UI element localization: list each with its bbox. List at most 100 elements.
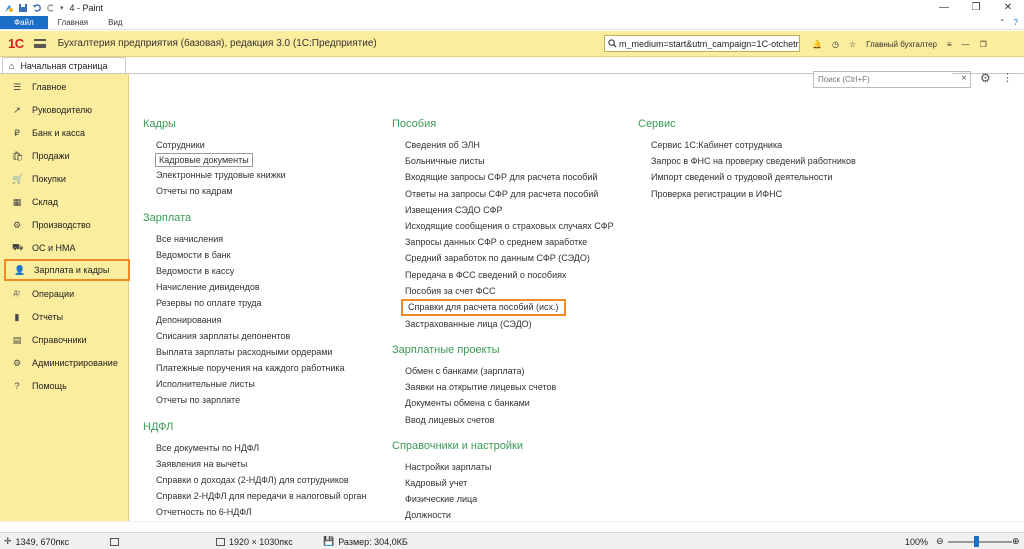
maximize-button[interactable]: ❐ bbox=[960, 0, 992, 16]
section-title-salary-projects: Зарплатные проекты bbox=[392, 344, 500, 357]
settings-gear-icon[interactable]: ⚙ bbox=[980, 71, 991, 85]
zoom-out-button[interactable]: ⊖ bbox=[936, 533, 944, 549]
history-icon[interactable]: ◷ bbox=[832, 40, 839, 49]
link-hr-reports[interactable]: Отчеты по кадрам bbox=[143, 183, 366, 199]
sidebar-item-fixed-assets[interactable]: ⛟ ОС и НМА bbox=[0, 237, 129, 259]
book-icon: ▤ bbox=[12, 334, 22, 345]
global-search-input[interactable] bbox=[619, 38, 799, 49]
tab-file[interactable]: Файл bbox=[0, 16, 48, 29]
link-salary-reports[interactable]: Отчеты по зарплате bbox=[143, 392, 366, 408]
link-fns-check-request[interactable]: Запрос в ФНС на проверку сведений работн… bbox=[638, 153, 856, 169]
horizontal-scrollbar[interactable] bbox=[0, 521, 1024, 532]
sidebar-item-sales[interactable]: 🛍 Продажи bbox=[0, 145, 129, 167]
link-deposit-writeoffs[interactable]: Списания зарплаты депонентов bbox=[143, 328, 366, 344]
zoom-slider-track[interactable] bbox=[948, 541, 1012, 543]
link-eln-info[interactable]: Сведения об ЭЛН bbox=[392, 137, 614, 153]
sidebar-item-production[interactable]: ⚙ Производство bbox=[0, 214, 129, 236]
notifications-bell-icon[interactable]: 🔔 bbox=[812, 40, 822, 49]
sidebar-item-manager[interactable]: ↗ Руководителю bbox=[0, 99, 129, 121]
file-size: 💾 Размер: 304,0КБ bbox=[323, 533, 408, 549]
link-all-accruals[interactable]: Все начисления bbox=[143, 231, 366, 247]
sidebar-item-warehouse[interactable]: ▦ Склад bbox=[0, 191, 129, 213]
customize-toolbar-icon[interactable]: ▾ bbox=[60, 4, 64, 12]
zoom-in-button[interactable]: ⊕ bbox=[1012, 533, 1020, 549]
tab-home[interactable]: Главная bbox=[48, 16, 98, 29]
link-sfr-responses[interactable]: Ответы на запросы СФР для расчета пособи… bbox=[392, 186, 614, 202]
selection-icon bbox=[110, 537, 119, 546]
app-minimize-icon[interactable]: — bbox=[962, 40, 970, 49]
link-account-requests[interactable]: Заявки на открытие лицевых счетов bbox=[392, 379, 614, 395]
more-actions-icon[interactable]: ⋮ bbox=[1002, 71, 1013, 84]
minimize-button[interactable]: — bbox=[928, 0, 960, 16]
sidebar-item-admin[interactable]: ⚙ Администрирование bbox=[0, 352, 129, 374]
sidebar-item-help[interactable]: ? Помощь bbox=[0, 375, 129, 397]
link-bank-exchange-docs[interactable]: Документы обмена с банками bbox=[392, 395, 614, 411]
close-button[interactable]: ✕ bbox=[992, 0, 1024, 16]
bar-chart-icon: ▮ bbox=[14, 311, 20, 322]
crosshair-icon: ✛ bbox=[4, 536, 12, 546]
sidebar-item-label: ОС и НМА bbox=[32, 243, 76, 253]
link-employee-cabinet[interactable]: Сервис 1С:Кабинет сотрудника bbox=[638, 137, 856, 153]
link-incoming-sfr-requests[interactable]: Входящие запросы СФР для расчета пособий bbox=[392, 169, 614, 185]
link-individuals[interactable]: Физические лица bbox=[392, 491, 614, 507]
link-account-input[interactable]: Ввод лицевых счетов bbox=[392, 412, 614, 428]
sidebar-item-purchases[interactable]: 🛒 Покупки bbox=[0, 168, 129, 190]
tab-view[interactable]: Вид bbox=[98, 16, 132, 29]
link-employees[interactable]: Сотрудники bbox=[143, 137, 366, 153]
link-pay-reserves[interactable]: Резервы по оплате труда bbox=[143, 295, 366, 311]
link-fss-benefits[interactable]: Пособия за счет ФСС bbox=[392, 283, 614, 299]
link-cash-orders-payout[interactable]: Выплата зарплаты расходными ордерами bbox=[143, 344, 366, 360]
save-icon[interactable] bbox=[18, 3, 28, 13]
main-menu-icon[interactable] bbox=[33, 39, 46, 48]
sidebar-item-bank[interactable]: ₽ Банк и касса bbox=[0, 122, 129, 144]
cursor-coordinates: 1349, 670пкс bbox=[15, 536, 69, 547]
link-6ndfl-reports[interactable]: Отчетность по 6-НДФЛ bbox=[143, 504, 366, 520]
help-icon[interactable]: ? bbox=[1014, 16, 1018, 30]
link-2ndfl-tax-office[interactable]: Справки 2-НДФЛ для передачи в налоговый … bbox=[143, 488, 366, 504]
collapse-ribbon-icon[interactable]: ⌃ bbox=[999, 16, 1006, 30]
paint-title-bar: ▾ 4 - Paint — ❐ ✕ bbox=[0, 0, 1024, 16]
link-deduction-applications[interactable]: Заявления на вычеты bbox=[143, 456, 366, 472]
link-sick-lists[interactable]: Больничные листы bbox=[392, 153, 614, 169]
link-sedo-notices[interactable]: Извещения СЭДО СФР bbox=[392, 202, 614, 218]
link-fss-transfer[interactable]: Передача в ФСС сведений о пособиях bbox=[392, 267, 614, 283]
current-user[interactable]: Главный бухгалтер bbox=[866, 40, 937, 49]
link-insured-persons[interactable]: Застрахованные лица (СЭДО) bbox=[392, 316, 614, 332]
link-ndfl-documents[interactable]: Все документы по НДФЛ bbox=[143, 440, 366, 456]
section-search-box[interactable]: × bbox=[813, 71, 971, 88]
clear-search-icon[interactable]: × bbox=[961, 73, 967, 84]
vertical-scrollbar[interactable] bbox=[1014, 74, 1024, 521]
link-work-activity-import[interactable]: Импорт сведений о трудовой деятельности bbox=[638, 169, 856, 185]
link-outgoing-messages[interactable]: Исходящие сообщения о страховых случаях … bbox=[392, 218, 614, 234]
sidebar-item-reports[interactable]: ▮ Отчеты bbox=[0, 306, 129, 328]
link-salary-settings[interactable]: Настройки зарплаты bbox=[392, 459, 614, 475]
link-cash-statements[interactable]: Ведомости в кассу bbox=[143, 263, 366, 279]
section-search-input[interactable] bbox=[814, 72, 952, 87]
link-average-earnings-sedo[interactable]: Средний заработок по данным СФР (СЭДО) bbox=[392, 250, 614, 266]
link-average-earnings-requests[interactable]: Запросы данных СФР о среднем заработке bbox=[392, 234, 614, 250]
link-hr-accounting[interactable]: Кадровый учет bbox=[392, 475, 614, 491]
settings-lines-icon[interactable]: ≡ bbox=[947, 40, 952, 49]
link-payment-orders[interactable]: Платежные поручения на каждого работника bbox=[143, 360, 366, 376]
favorites-star-icon[interactable]: ☆ bbox=[849, 40, 856, 49]
global-search-box[interactable] bbox=[604, 35, 800, 52]
link-benefit-certificates-out[interactable]: Справки для расчета пособий (исх.) bbox=[401, 298, 566, 316]
tab-home-page[interactable]: ⌂ Начальная страница bbox=[2, 57, 126, 74]
sidebar-item-operations[interactable]: Дт Операции bbox=[0, 283, 129, 305]
link-deposits[interactable]: Депонирования bbox=[143, 312, 366, 328]
app-restore-icon[interactable]: ❐ bbox=[980, 40, 987, 49]
sidebar-item-catalogs[interactable]: ▤ Справочники bbox=[0, 329, 129, 351]
link-writs[interactable]: Исполнительные листы bbox=[143, 376, 366, 392]
link-bank-exchange[interactable]: Обмен с банками (зарплата) bbox=[392, 363, 614, 379]
sidebar-item-salary-hr[interactable]: 👤 Зарплата и кадры bbox=[4, 259, 130, 281]
undo-icon[interactable] bbox=[32, 3, 42, 13]
link-electronic-work-books[interactable]: Электронные трудовые книжки bbox=[143, 167, 366, 183]
redo-icon[interactable] bbox=[46, 3, 56, 13]
link-ifns-registration-check[interactable]: Проверка регистрации в ИФНС bbox=[638, 186, 856, 202]
link-2ndfl-employees[interactable]: Справки о доходах (2-НДФЛ) для сотрудник… bbox=[143, 472, 366, 488]
zoom-slider-thumb[interactable] bbox=[974, 536, 979, 547]
link-bank-statements[interactable]: Ведомости в банк bbox=[143, 247, 366, 263]
link-dividends[interactable]: Начисление дивидендов bbox=[143, 279, 366, 295]
sidebar-item-main[interactable]: ☰ Главное bbox=[0, 76, 129, 98]
link-hr-documents[interactable]: Кадровые документы bbox=[155, 153, 253, 168]
